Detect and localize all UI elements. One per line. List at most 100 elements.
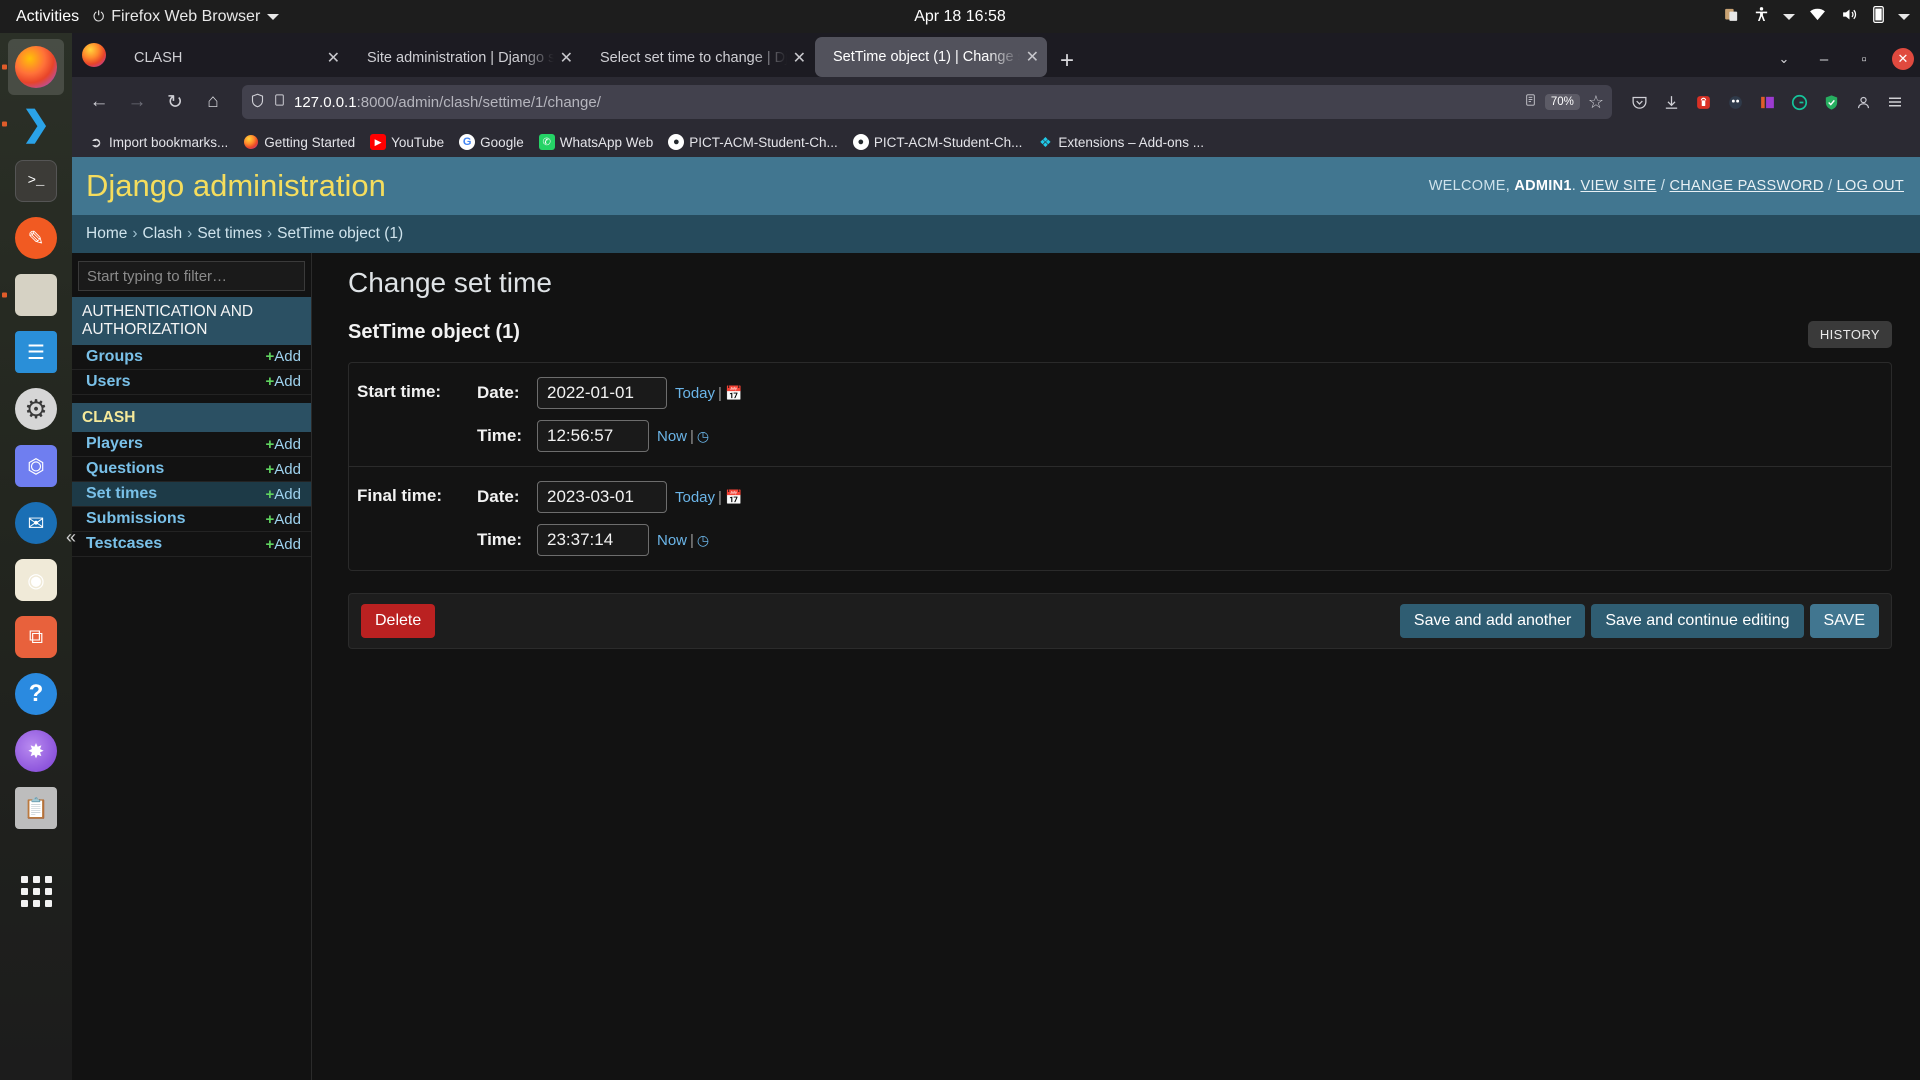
sidebar-item-set-times[interactable]: Set times +Add bbox=[72, 482, 311, 508]
pocket-icon[interactable] bbox=[1624, 87, 1654, 117]
model-link[interactable]: Players bbox=[86, 435, 143, 453]
dock-item-clipboard-app[interactable]: 📋 bbox=[8, 780, 64, 836]
bookmark-pict-acm-1[interactable]: ● PICT-ACM-Student-Ch... bbox=[662, 131, 844, 153]
downloads-icon[interactable] bbox=[1656, 87, 1686, 117]
page-info-icon[interactable] bbox=[273, 92, 286, 112]
model-link[interactable]: Questions bbox=[86, 460, 164, 478]
url-text[interactable]: 127.0.0.1:8000/admin/clash/settime/1/cha… bbox=[294, 94, 1516, 111]
final-date-input[interactable] bbox=[537, 481, 667, 513]
app-title-clash[interactable]: CLASH bbox=[72, 402, 311, 433]
bookmark-getting-started[interactable]: Getting Started bbox=[237, 131, 361, 153]
now-link[interactable]: Now bbox=[657, 532, 687, 549]
forward-button[interactable]: → bbox=[120, 85, 154, 119]
browser-tab-settime-object[interactable]: SetTime object (1) | Change s ✕ bbox=[815, 37, 1047, 77]
add-set-times-link[interactable]: +Add bbox=[266, 486, 301, 503]
start-date-input[interactable] bbox=[537, 377, 667, 409]
close-icon[interactable]: ✕ bbox=[554, 48, 573, 68]
home-button[interactable]: ⌂ bbox=[196, 85, 230, 119]
add-players-link[interactable]: +Add bbox=[266, 436, 301, 453]
extension-dark-icon[interactable] bbox=[1720, 87, 1750, 117]
dock-item-settings[interactable]: ⚙ bbox=[8, 381, 64, 437]
sidebar-item-questions[interactable]: Questions +Add bbox=[72, 457, 311, 483]
dock-collapse-button[interactable]: « bbox=[66, 527, 76, 548]
delete-button[interactable]: Delete bbox=[361, 604, 436, 638]
bookmark-import-bookmarks[interactable]: ➲ Import bookmarks... bbox=[82, 131, 234, 153]
calendar-icon[interactable]: 📅 bbox=[725, 489, 742, 505]
app-title-auth[interactable]: AUTHENTICATION AND AUTHORIZATION bbox=[72, 297, 311, 345]
activities-button[interactable]: Activities bbox=[0, 8, 93, 26]
sidebar-filter-input[interactable]: Start typing to filter… bbox=[78, 261, 305, 291]
close-icon[interactable]: ✕ bbox=[787, 48, 806, 68]
dock-item-ubuntu-software[interactable]: ⧉ bbox=[8, 609, 64, 665]
minimize-button[interactable]: – bbox=[1812, 47, 1836, 71]
list-all-tabs-icon[interactable]: ⌄ bbox=[1772, 47, 1796, 71]
add-groups-link[interactable]: +Add bbox=[266, 348, 301, 365]
reload-button[interactable]: ↻ bbox=[158, 85, 192, 119]
add-users-link[interactable]: +Add bbox=[266, 373, 301, 390]
grammarly-icon[interactable] bbox=[1784, 87, 1814, 117]
save-and-continue-editing-button[interactable]: Save and continue editing bbox=[1591, 604, 1804, 638]
log-out-link[interactable]: LOG OUT bbox=[1837, 178, 1904, 194]
model-link[interactable]: Testcases bbox=[86, 535, 162, 553]
clock-icon[interactable]: ◷ bbox=[697, 532, 709, 548]
browser-tab-select-set-time[interactable]: Select set time to change | Dj ✕ bbox=[582, 39, 814, 77]
back-button[interactable]: ← bbox=[82, 85, 116, 119]
system-tray[interactable] bbox=[1723, 5, 1910, 29]
dock-item-graph-app[interactable]: ✸ bbox=[8, 723, 64, 779]
sidebar-item-submissions[interactable]: Submissions +Add bbox=[72, 507, 311, 533]
close-icon[interactable]: ✕ bbox=[321, 48, 340, 68]
chevron-down-icon[interactable] bbox=[1898, 13, 1910, 20]
dock-item-terminal[interactable]: >_ bbox=[8, 153, 64, 209]
app-menu-icon[interactable] bbox=[1880, 87, 1910, 117]
dock-item-screenshot[interactable]: ⏣ bbox=[8, 438, 64, 494]
add-testcases-link[interactable]: +Add bbox=[266, 536, 301, 553]
today-link[interactable]: Today bbox=[675, 385, 715, 402]
save-and-add-another-button[interactable]: Save and add another bbox=[1399, 604, 1586, 638]
shield-green-icon[interactable] bbox=[1816, 87, 1846, 117]
browser-tab-site-administration[interactable]: Site administration | Django s ✕ bbox=[349, 39, 581, 77]
start-time-input[interactable] bbox=[537, 420, 649, 452]
close-window-button[interactable]: ✕ bbox=[1892, 48, 1914, 70]
account-icon[interactable] bbox=[1848, 87, 1878, 117]
bookmark-youtube[interactable]: ▶ YouTube bbox=[364, 131, 450, 153]
now-link[interactable]: Now bbox=[657, 428, 687, 445]
history-button[interactable]: HISTORY bbox=[1807, 321, 1892, 348]
extension-orange-icon[interactable] bbox=[1752, 87, 1782, 117]
show-applications-button[interactable] bbox=[8, 863, 64, 919]
save-button[interactable]: SAVE bbox=[1809, 604, 1879, 638]
add-submissions-link[interactable]: +Add bbox=[266, 511, 301, 528]
dock-item-rhythmbox[interactable]: ◉ bbox=[8, 552, 64, 608]
model-link[interactable]: Users bbox=[86, 373, 130, 391]
sidebar-item-players[interactable]: Players +Add bbox=[72, 432, 311, 458]
bookmark-extensions-addons[interactable]: ❖ Extensions – Add-ons ... bbox=[1031, 131, 1210, 153]
model-link[interactable]: Groups bbox=[86, 348, 143, 366]
shield-icon[interactable] bbox=[250, 92, 265, 113]
dock-item-thunderbird[interactable]: ✉ bbox=[8, 495, 64, 551]
add-questions-link[interactable]: +Add bbox=[266, 461, 301, 478]
zoom-level-badge[interactable]: 70% bbox=[1544, 94, 1580, 110]
new-tab-button[interactable]: + bbox=[1048, 49, 1086, 77]
today-link[interactable]: Today bbox=[675, 489, 715, 506]
sidebar-item-users[interactable]: Users +Add bbox=[72, 370, 311, 395]
clock[interactable]: Apr 18 16:58 bbox=[914, 8, 1006, 26]
bookmark-whatsapp-web[interactable]: ✆ WhatsApp Web bbox=[533, 131, 660, 153]
clock-icon[interactable]: ◷ bbox=[697, 428, 709, 444]
browser-tab-clash[interactable]: CLASH ✕ bbox=[116, 39, 348, 77]
bookmark-star-icon[interactable]: ☆ bbox=[1588, 92, 1604, 113]
bookmark-pict-acm-2[interactable]: ● PICT-ACM-Student-Ch... bbox=[847, 131, 1029, 153]
final-time-input[interactable] bbox=[537, 524, 649, 556]
sidebar-item-testcases[interactable]: Testcases +Add bbox=[72, 532, 311, 558]
view-site-link[interactable]: VIEW SITE bbox=[1580, 178, 1656, 194]
close-icon[interactable]: ✕ bbox=[1020, 47, 1039, 67]
model-link[interactable]: Set times bbox=[86, 485, 157, 503]
bookmark-google[interactable]: G Google bbox=[453, 131, 530, 153]
dock-item-help[interactable]: ? bbox=[8, 666, 64, 722]
calendar-icon[interactable]: 📅 bbox=[725, 385, 742, 401]
dock-item-text-editor[interactable]: ✎ bbox=[8, 210, 64, 266]
breadcrumb-clash[interactable]: Clash bbox=[143, 225, 183, 243]
change-password-link[interactable]: CHANGE PASSWORD bbox=[1670, 178, 1824, 194]
address-bar[interactable]: 127.0.0.1:8000/admin/clash/settime/1/cha… bbox=[242, 85, 1612, 119]
dock-item-files[interactable] bbox=[2, 267, 64, 323]
dock-item-firefox[interactable] bbox=[2, 39, 64, 95]
dock-item-vscode[interactable]: ❯ bbox=[2, 96, 64, 152]
